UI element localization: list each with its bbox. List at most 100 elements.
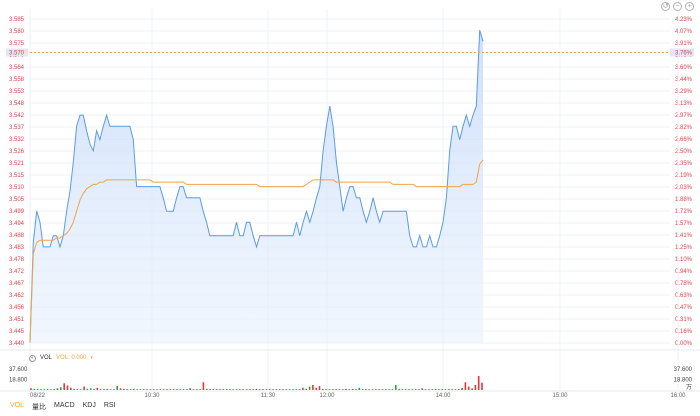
- y-tick-label-left: 3.440: [9, 341, 25, 347]
- volume-bar: [126, 389, 128, 390]
- volume-bar: [172, 389, 175, 390]
- volume-bar: [428, 389, 430, 390]
- volume-bar: [328, 389, 331, 390]
- volume-bar: [355, 389, 357, 390]
- volume-bar: [269, 389, 271, 390]
- y-tick-label-left: 3.510: [9, 185, 25, 191]
- volume-y-tick-left: 37.600: [9, 367, 28, 373]
- volume-bar: [89, 388, 92, 390]
- volume-bar: [259, 389, 261, 390]
- tab-macd[interactable]: MACD: [54, 402, 75, 413]
- volume-bar: [119, 388, 122, 390]
- y-tick-label-left: 3.488: [9, 233, 25, 239]
- volume-bar: [242, 389, 244, 390]
- volume-bar: [202, 382, 205, 390]
- volume-bar: [99, 388, 102, 390]
- tab-vol[interactable]: VOL: [10, 402, 24, 413]
- volume-bar: [398, 388, 400, 390]
- undo-icon[interactable]: ↺: [661, 2, 670, 11]
- volume-bar: [388, 389, 390, 390]
- volume-bar: [338, 389, 341, 390]
- volume-y-tick-right: 37.600: [674, 367, 693, 373]
- volume-bar: [209, 389, 211, 390]
- y-tick-label-left: 3.499: [9, 209, 25, 215]
- y-tick-label-left: 3.521: [9, 161, 25, 167]
- y-tick-label-left: 3.467: [9, 281, 25, 287]
- x-tick-label: 08/22: [30, 393, 46, 399]
- volume-bar: [325, 389, 327, 390]
- volume-bar: [176, 389, 178, 390]
- volume-bar: [467, 386, 470, 390]
- y-tick-label-left: 3.526: [9, 149, 25, 155]
- volume-bar: [451, 389, 453, 390]
- volume-bar: [424, 389, 427, 390]
- tab-volume-ratio[interactable]: 量比: [32, 402, 46, 413]
- volume-bar: [401, 389, 404, 390]
- current-price-label: 3.570: [9, 51, 25, 57]
- volume-bar: [149, 389, 152, 390]
- volume-bar: [408, 389, 410, 390]
- volume-bar: [421, 388, 424, 390]
- volume-bar: [298, 389, 301, 390]
- volume-bar: [113, 389, 115, 390]
- tab-rsi[interactable]: RSI: [104, 402, 116, 413]
- volume-bar: [391, 389, 394, 390]
- volume-bar: [83, 386, 85, 390]
- x-tick-label: 10:30: [144, 393, 160, 399]
- volume-bar: [275, 389, 278, 390]
- volume-bar: [395, 385, 397, 390]
- x-tick-label: 15:00: [552, 393, 568, 399]
- x-tick-label: 12:00: [319, 393, 335, 399]
- volume-bar: [474, 385, 477, 390]
- volume-bar: [375, 389, 377, 390]
- y-tick-label-left: 3.580: [9, 29, 25, 35]
- chevron-down-icon[interactable]: ▾: [90, 354, 93, 362]
- zoom-out-icon[interactable]: −: [673, 2, 682, 11]
- volume-bar: [461, 387, 463, 390]
- volume-bar: [285, 389, 288, 390]
- visibility-toggle-icon[interactable]: ◐: [29, 354, 36, 362]
- volume-bar: [162, 389, 165, 390]
- volume-bar: [358, 387, 361, 390]
- volume-bar: [63, 383, 65, 390]
- volume-bar: [235, 389, 238, 390]
- volume-bar: [76, 389, 79, 390]
- volume-bar: [123, 388, 125, 390]
- y-tick-label-left: 3.472: [9, 269, 25, 275]
- volume-bar: [169, 389, 172, 390]
- volume-bar: [411, 389, 414, 390]
- volume-bar: [156, 389, 158, 390]
- zoom-in-icon[interactable]: +: [685, 2, 694, 11]
- chart-stage: 3.5854.23%3.5804.07%3.5753.91%3.5703.76%…: [0, 9, 700, 399]
- volume-bar: [166, 389, 168, 390]
- volume-bar: [288, 389, 291, 390]
- volume-bar: [70, 387, 72, 390]
- volume-bar: [189, 388, 191, 390]
- volume-bar: [414, 389, 417, 390]
- volume-bar: [315, 387, 317, 390]
- volume-bar: [212, 389, 215, 390]
- volume-bar: [245, 389, 248, 390]
- y-tick-label-left: 3.451: [9, 317, 25, 323]
- volume-bar: [444, 389, 447, 390]
- volume-bar: [179, 389, 181, 390]
- y-tick-label-left: 3.542: [9, 113, 25, 119]
- y-tick-label-left: 3.558: [9, 77, 25, 83]
- volume-bar: [146, 389, 148, 390]
- volume-bar: [206, 388, 208, 390]
- tab-kdj[interactable]: KDJ: [83, 402, 96, 413]
- volume-bar: [252, 389, 254, 390]
- volume-bar: [96, 387, 99, 390]
- volume-indicator-name[interactable]: VOL: [40, 354, 52, 362]
- volume-bar: [53, 389, 55, 390]
- volume-bar: [368, 389, 370, 390]
- volume-bar: [438, 389, 440, 390]
- volume-bar: [93, 389, 95, 390]
- current-pct-label: 3.76%: [675, 51, 693, 57]
- volume-y-tick-right: 18.800: [674, 378, 693, 384]
- volume-bar: [345, 388, 347, 390]
- y-tick-label-left: 3.505: [9, 197, 25, 203]
- volume-bar: [404, 389, 407, 390]
- volume-bar: [335, 389, 337, 390]
- y-tick-label-left: 3.537: [9, 125, 25, 131]
